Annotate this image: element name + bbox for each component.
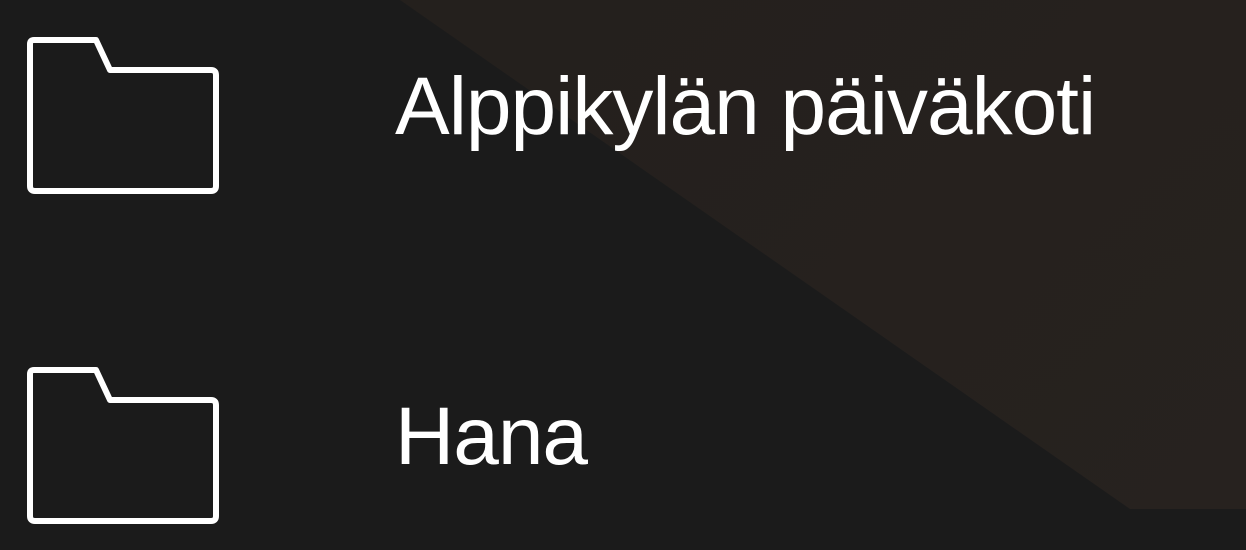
folder-list: Alppikylän päiväkoti Hana <box>0 0 1246 524</box>
folder-icon <box>26 366 220 526</box>
folder-name: Alppikylän päiväkoti <box>395 61 1096 152</box>
folder-item-alppikylan-paivakoti[interactable]: Alppikylän päiväkoti <box>0 0 1246 220</box>
folder-name: Hana <box>395 391 588 482</box>
folder-icon <box>26 36 220 196</box>
folder-item-hana[interactable]: Hana <box>0 330 1246 550</box>
